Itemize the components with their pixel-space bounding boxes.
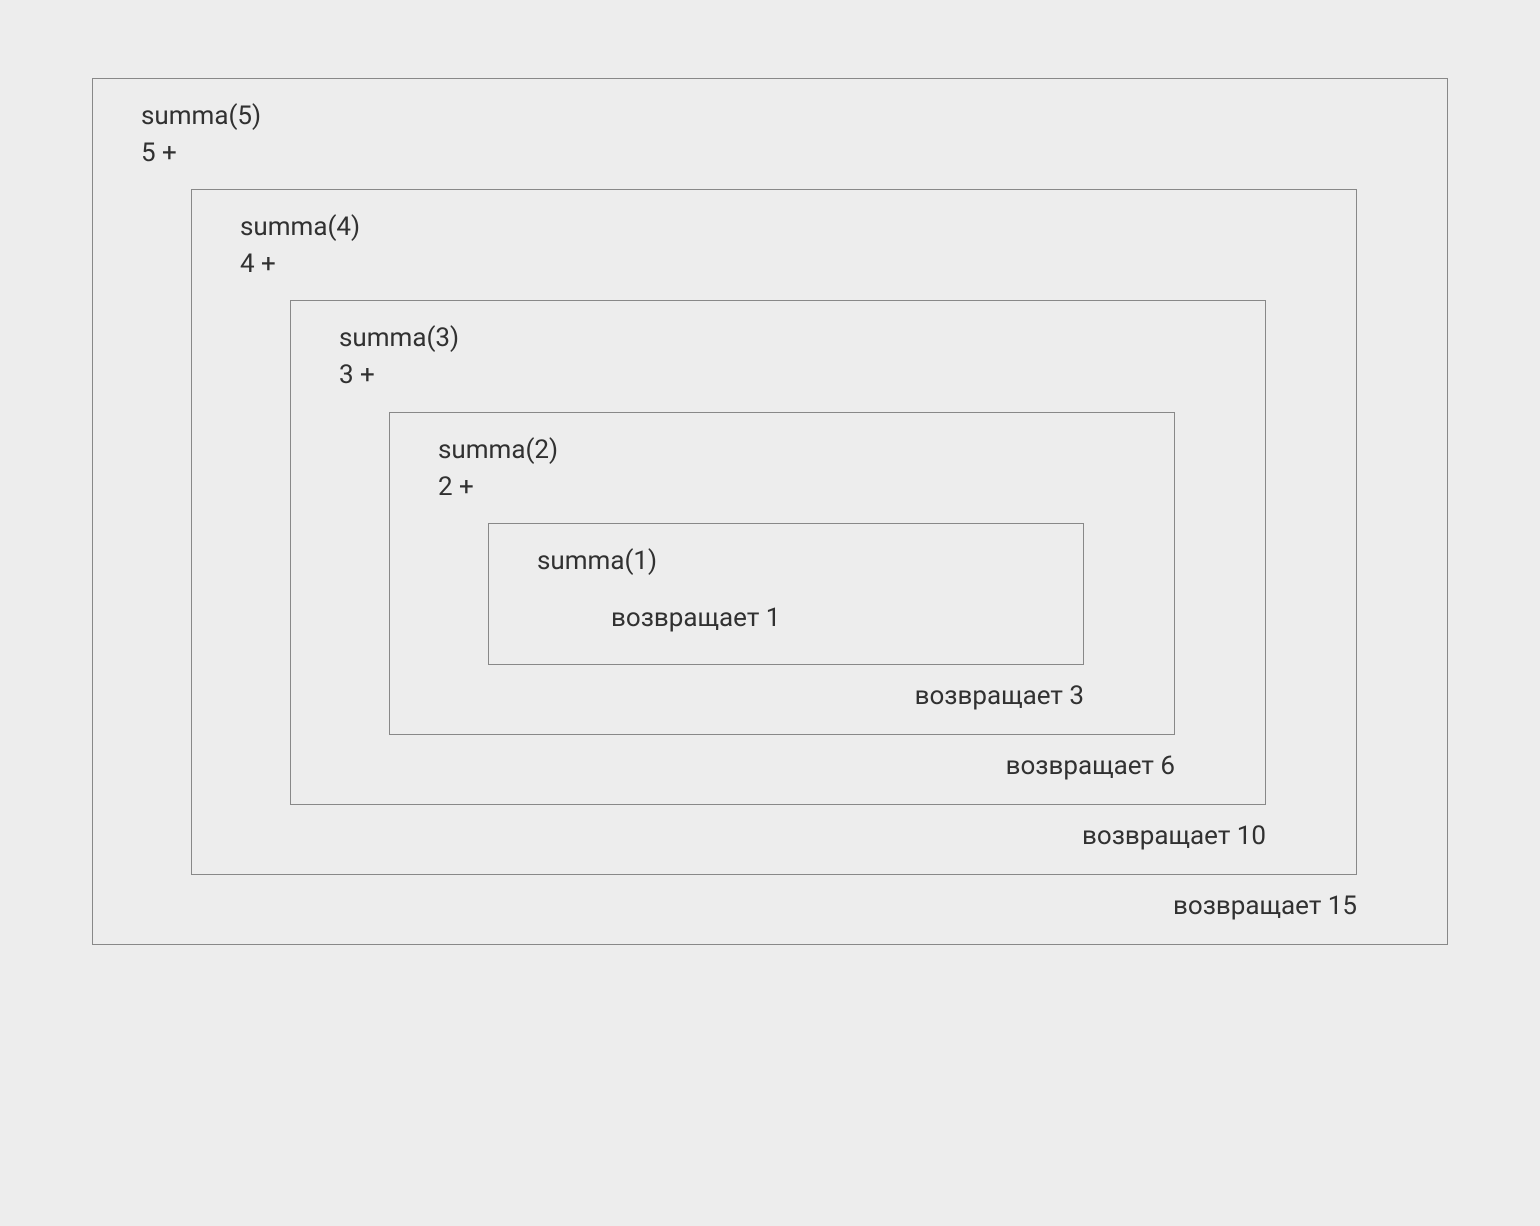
return-label: возвращает 10 — [240, 805, 1266, 860]
call-label: summa(4) — [240, 210, 1266, 245]
recursion-frame-5: summa(5) 5 + summa(4) 4 + summa(3) 3 + s… — [92, 78, 1448, 945]
call-label: summa(3) — [339, 321, 1175, 356]
addend-label: 5 + — [141, 136, 1357, 171]
return-label: возвращает 15 — [141, 875, 1357, 930]
return-label: возвращает 3 — [438, 665, 1084, 720]
call-label: summa(5) — [141, 99, 1357, 134]
addend-label: 4 + — [240, 247, 1266, 282]
recursion-frame-2: summa(2) 2 + summa(1) возвращает 1 — [389, 412, 1175, 735]
addend-label: 2 + — [438, 470, 1084, 505]
recursion-frame-3: summa(3) 3 + summa(2) 2 + summa(1) возвр… — [290, 300, 1266, 805]
recursion-frame-4: summa(4) 4 + summa(3) 3 + summa(2) 2 + s… — [191, 189, 1357, 875]
call-label: summa(1) — [537, 544, 993, 579]
addend-label: 3 + — [339, 358, 1175, 393]
call-label: summa(2) — [438, 433, 1084, 468]
return-label: возвращает 6 — [339, 735, 1175, 790]
recursion-frame-1: summa(1) возвращает 1 — [488, 523, 1084, 665]
return-label: возвращает 1 — [611, 603, 780, 633]
